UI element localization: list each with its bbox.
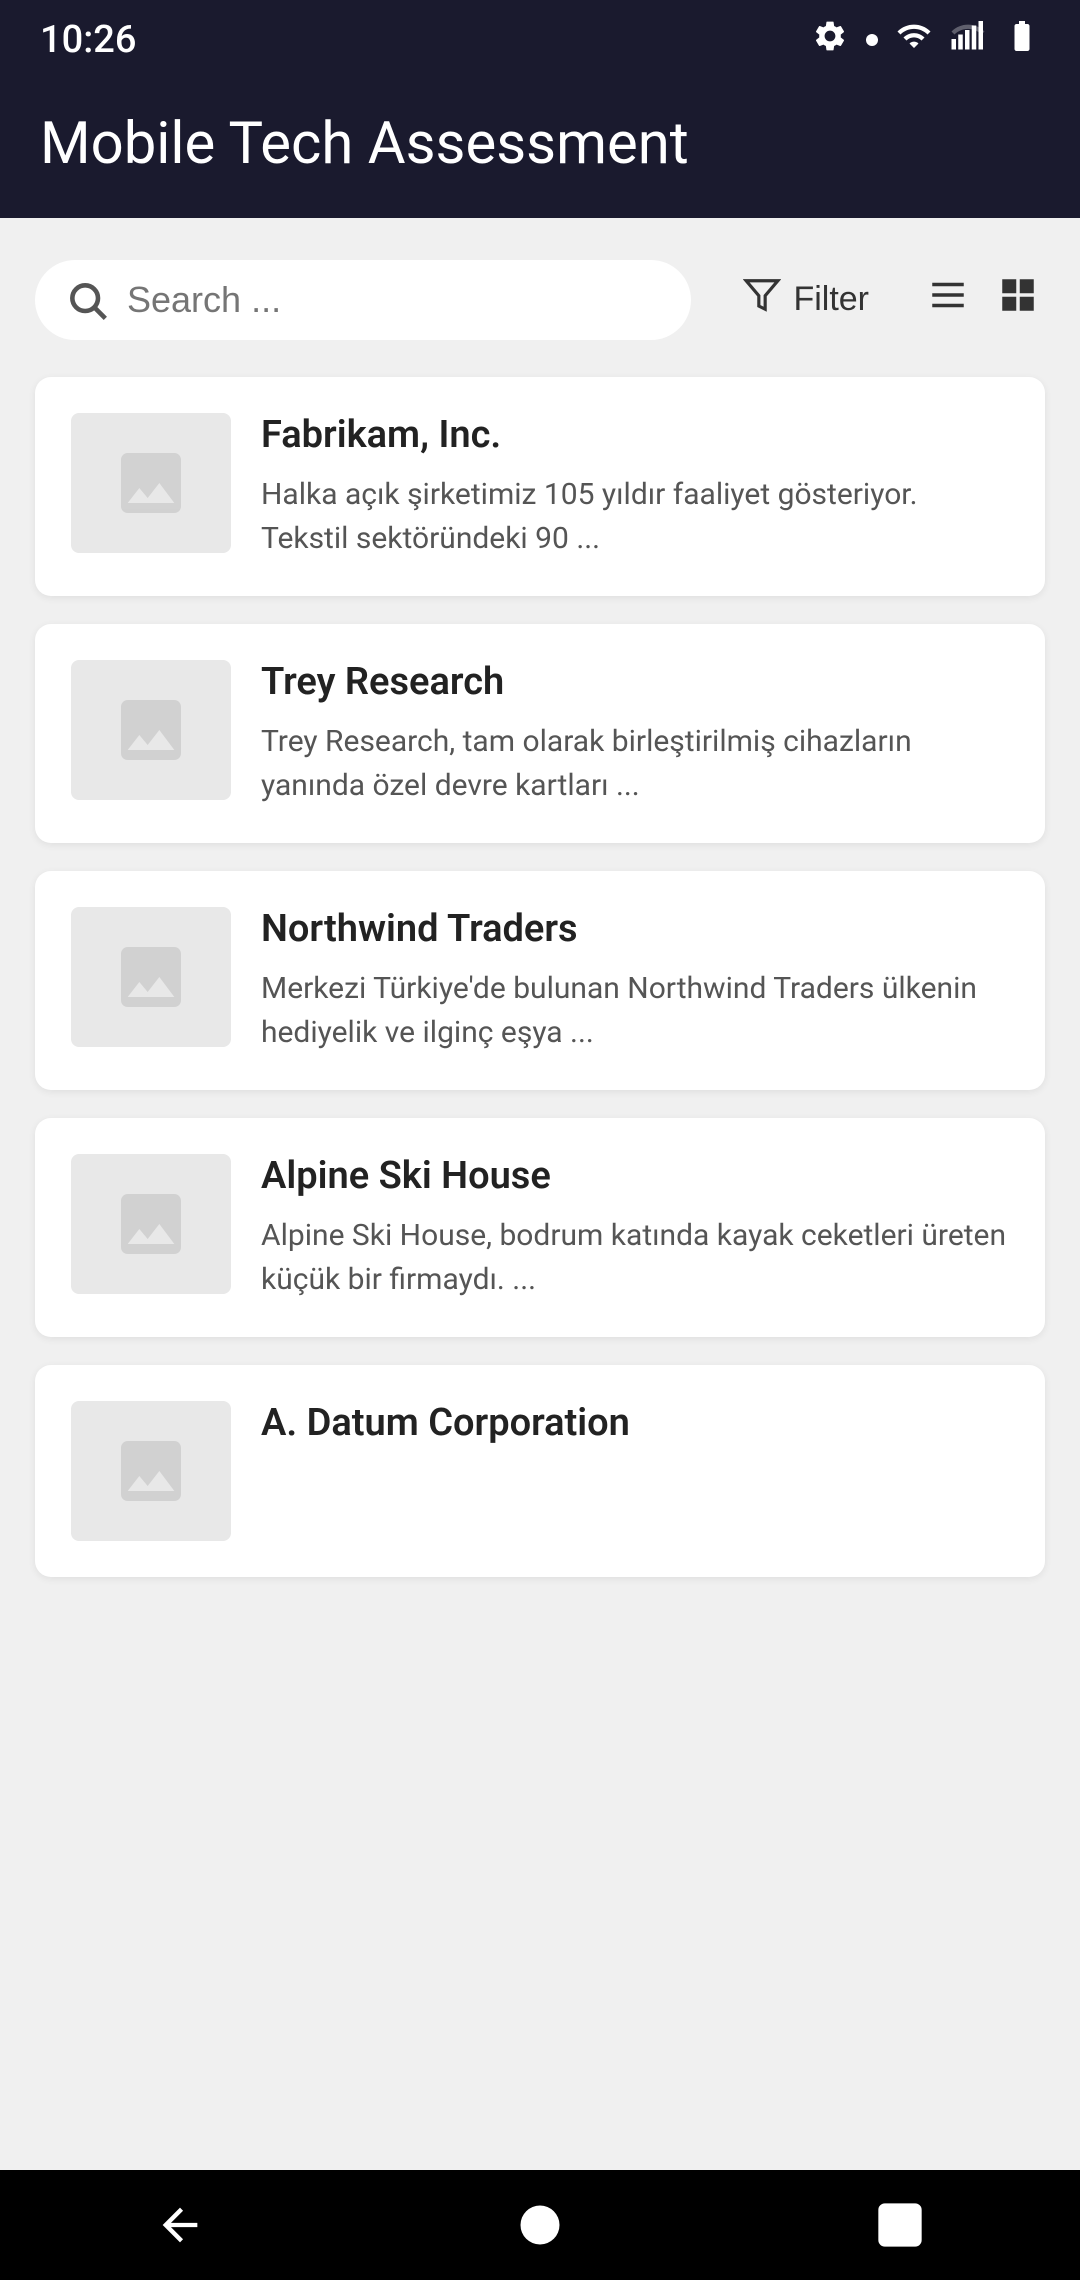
company-info: Fabrikam, Inc. Halka açık şirketimiz 105 … bbox=[261, 413, 1009, 560]
company-name: Alpine Ski House bbox=[261, 1154, 1009, 1198]
company-info: Trey Research Trey Research, tam olarak b… bbox=[261, 660, 1009, 807]
bottom-nav bbox=[0, 2170, 1080, 2280]
company-card[interactable]: Northwind Traders Merkezi Türkiye'de bulu… bbox=[35, 871, 1045, 1090]
back-button[interactable] bbox=[140, 2185, 220, 2265]
settings-icon bbox=[812, 18, 848, 62]
status-icons bbox=[812, 18, 1040, 62]
company-name: A. Datum Corporation bbox=[261, 1401, 1009, 1445]
company-description: Trey Research, tam olarak birleştirilmiş… bbox=[261, 720, 1009, 807]
company-card[interactable]: Alpine Ski House Alpine Ski House, bodrum… bbox=[35, 1118, 1045, 1337]
signal-icon bbox=[950, 18, 986, 62]
company-thumbnail bbox=[71, 413, 231, 553]
company-info: Alpine Ski House Alpine Ski House, bodrum… bbox=[261, 1154, 1009, 1301]
company-info: Northwind Traders Merkezi Türkiye'de bulu… bbox=[261, 907, 1009, 1054]
home-button[interactable] bbox=[500, 2185, 580, 2265]
search-input[interactable] bbox=[127, 279, 661, 321]
company-cards-list: Fabrikam, Inc. Halka açık şirketimiz 105 … bbox=[35, 377, 1045, 1577]
page-title: Mobile Tech Assessment bbox=[40, 110, 1040, 178]
search-container bbox=[35, 260, 691, 340]
company-info: A. Datum Corporation bbox=[261, 1401, 1009, 1461]
company-thumbnail bbox=[71, 660, 231, 800]
search-filter-row: Filter bbox=[35, 258, 1045, 341]
company-description: Merkezi Türkiye'de bulunan Northwind Tra… bbox=[261, 967, 1009, 1054]
status-bar: 10:26 bbox=[0, 0, 1080, 80]
company-description: Halka açık şirketimiz 105 yıldır faaliye… bbox=[261, 473, 1009, 560]
company-thumbnail bbox=[71, 1401, 231, 1541]
view-toggle bbox=[921, 268, 1045, 332]
app-header: Mobile Tech Assessment bbox=[0, 80, 1080, 218]
battery-icon bbox=[1004, 18, 1040, 62]
company-name: Northwind Traders bbox=[261, 907, 1009, 951]
main-content: Filter Fabrikam, Inc. Halka açık şirketim… bbox=[0, 218, 1080, 1617]
status-time: 10:26 bbox=[40, 18, 136, 62]
recent-apps-button[interactable] bbox=[860, 2185, 940, 2265]
company-description: Alpine Ski House, bodrum katında kayak c… bbox=[261, 1214, 1009, 1301]
notification-dot bbox=[866, 34, 878, 46]
company-thumbnail bbox=[71, 907, 231, 1047]
company-card[interactable]: A. Datum Corporation bbox=[35, 1365, 1045, 1577]
search-icon bbox=[65, 278, 109, 322]
filter-label: Filter bbox=[793, 280, 869, 319]
list-view-icon[interactable] bbox=[921, 268, 975, 332]
company-name: Fabrikam, Inc. bbox=[261, 413, 1009, 457]
company-thumbnail bbox=[71, 1154, 231, 1294]
filter-icon bbox=[743, 276, 781, 323]
grid-view-icon[interactable] bbox=[991, 268, 1045, 332]
company-card[interactable]: Trey Research Trey Research, tam olarak b… bbox=[35, 624, 1045, 843]
company-card[interactable]: Fabrikam, Inc. Halka açık şirketimiz 105 … bbox=[35, 377, 1045, 596]
filter-button[interactable]: Filter bbox=[715, 258, 897, 341]
wifi-icon bbox=[896, 18, 932, 62]
company-name: Trey Research bbox=[261, 660, 1009, 704]
